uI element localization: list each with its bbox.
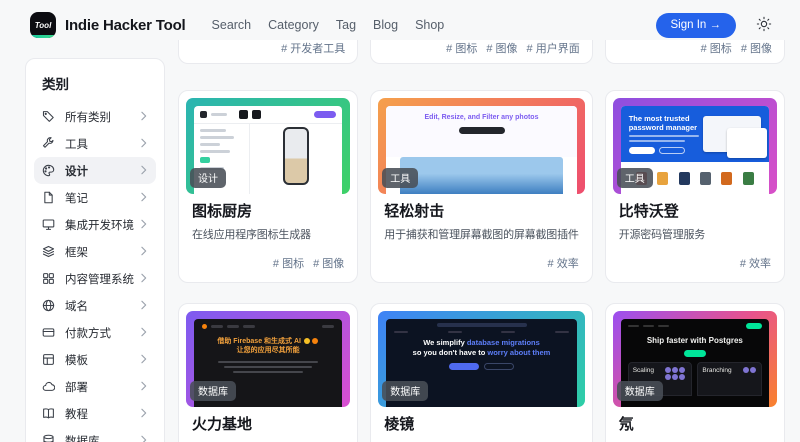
tool-title: 比特沃登 bbox=[618, 203, 679, 220]
category-badge[interactable]: 数据库 bbox=[382, 381, 429, 401]
grid-icon bbox=[42, 272, 55, 285]
sun-icon bbox=[756, 16, 772, 35]
nav-link-shop[interactable]: Shop bbox=[415, 18, 444, 32]
chevron-right-icon bbox=[140, 270, 148, 288]
page-title: Indie Hacker Tool bbox=[65, 16, 186, 34]
database-icon bbox=[42, 434, 55, 442]
tool-description: 用于捕获和管理屏幕截图的屏幕截图插件 bbox=[384, 229, 579, 241]
category-sidebar: 类别 所有类别 工具 设计 笔记 集成开发环境 框架 内容管理系统 域名 付款方… bbox=[25, 58, 165, 442]
sidebar-item-cms[interactable]: 内容管理系统 bbox=[34, 265, 156, 292]
tool-card-bitwarden[interactable]: The most trusted password manager 工具 比特沃… bbox=[604, 90, 785, 283]
tool-card-neon[interactable]: Ship faster with Postgres Scaling Branch… bbox=[604, 303, 785, 442]
chevron-right-icon bbox=[140, 405, 148, 423]
layers-icon bbox=[42, 245, 55, 258]
tool-description: 开源密码管理服务 bbox=[618, 229, 706, 241]
tag-link[interactable]: # 图像 bbox=[486, 40, 517, 56]
tag-link[interactable]: # 图标 bbox=[446, 40, 477, 56]
gemini-spark-icon bbox=[303, 338, 310, 345]
sidebar-item-ide[interactable]: 集成开发环境 bbox=[34, 211, 156, 238]
app-logo-text: Tool bbox=[34, 20, 52, 30]
sidebar-title: 类别 bbox=[42, 77, 69, 92]
nav-link-search[interactable]: Search bbox=[212, 18, 252, 32]
sidebar-item-notes[interactable]: 笔记 bbox=[34, 184, 156, 211]
monitor-icon bbox=[42, 218, 55, 231]
chevron-right-icon bbox=[140, 162, 148, 180]
sidebar-item-design[interactable]: 设计 bbox=[34, 157, 156, 184]
partial-card[interactable]: # 开发者工具 bbox=[178, 40, 359, 64]
tag-link[interactable]: # 图像 bbox=[313, 257, 344, 272]
sidebar-item-templates[interactable]: 模板 bbox=[34, 346, 156, 373]
app-logo[interactable]: Tool bbox=[30, 12, 56, 38]
chevron-right-icon bbox=[140, 432, 148, 442]
tool-title: 棱镜 bbox=[384, 416, 415, 433]
tag-link[interactable]: # 效率 bbox=[740, 257, 771, 272]
chevron-right-icon bbox=[140, 378, 148, 396]
tool-screenshot-frame: We simplify database migrations so you d… bbox=[378, 311, 585, 407]
cloud-icon bbox=[42, 380, 55, 393]
chevron-right-icon bbox=[140, 351, 148, 369]
category-badge[interactable]: 数据库 bbox=[190, 381, 236, 401]
sidebar-item-domains[interactable]: 域名 bbox=[34, 292, 156, 319]
nav-link-blog[interactable]: Blog bbox=[373, 18, 398, 32]
tool-screenshot-frame: 设计 bbox=[186, 98, 351, 194]
tool-card-iconkitchen[interactable]: 设计 图标厨房 在线应用程序图标生成器 # 图标 # 图像 bbox=[178, 90, 359, 283]
main-nav: Search Category Tag Blog Shop bbox=[212, 18, 445, 32]
tag-link[interactable]: # 效率 bbox=[548, 257, 579, 272]
tool-title: 图标厨房 bbox=[192, 203, 253, 220]
nav-link-tag[interactable]: Tag bbox=[336, 18, 356, 32]
tool-card-firebase[interactable]: 借助 Firebase 和生成式 AI 让您的应用尽其所能 数据库 火力基地 bbox=[178, 303, 359, 442]
partial-card[interactable]: # 图标 # 图像 bbox=[604, 40, 785, 64]
category-badge[interactable]: 设计 bbox=[190, 168, 226, 188]
chevron-right-icon bbox=[140, 324, 148, 342]
category-badge[interactable]: 工具 bbox=[616, 168, 653, 188]
template-icon bbox=[42, 353, 55, 366]
tool-card-prisma[interactable]: We simplify database migrations so you d… bbox=[370, 303, 593, 442]
chevron-right-icon bbox=[140, 108, 148, 126]
sidebar-item-databases[interactable]: 数据库 bbox=[34, 427, 156, 442]
tool-title: 火力基地 bbox=[192, 416, 253, 433]
sidebar-item-tools[interactable]: 工具 bbox=[34, 130, 156, 157]
sidebar-item-deployment[interactable]: 部署 bbox=[34, 373, 156, 400]
wrench-icon bbox=[42, 137, 55, 150]
tool-title: 轻松射击 bbox=[384, 203, 445, 220]
tool-screenshot-frame: 借助 Firebase 和生成式 AI 让您的应用尽其所能 数据库 bbox=[186, 311, 351, 407]
tag-icon bbox=[42, 110, 55, 123]
tag-link[interactable]: # 图标 bbox=[273, 257, 304, 272]
firebase-flame-icon bbox=[311, 338, 318, 345]
tool-screenshot-frame: Ship faster with Postgres Scaling Branch… bbox=[612, 311, 777, 407]
category-badge[interactable]: 数据库 bbox=[616, 381, 663, 401]
tag-link[interactable]: # 用户界面 bbox=[527, 40, 580, 56]
partial-card[interactable]: # 图标 # 图像 # 用户界面 bbox=[370, 40, 593, 64]
tool-screenshot-frame: The most trusted password manager 工具 bbox=[612, 98, 777, 194]
tool-screenshot-frame: Edit, Resize, and Filter any photos 工具 bbox=[378, 98, 585, 194]
sidebar-item-tutorials[interactable]: 教程 bbox=[34, 400, 156, 427]
note-icon bbox=[42, 191, 55, 204]
chevron-right-icon bbox=[140, 135, 148, 153]
sign-in-button[interactable]: Sign In → bbox=[655, 12, 736, 38]
header: Tool Indie Hacker Tool Search Category T… bbox=[0, 0, 800, 40]
category-badge[interactable]: 工具 bbox=[382, 168, 419, 188]
chevron-right-icon bbox=[140, 216, 148, 234]
nav-link-category[interactable]: Category bbox=[268, 18, 319, 32]
sidebar-item-all-categories[interactable]: 所有类别 bbox=[34, 103, 156, 130]
main-area: 类别 所有类别 工具 设计 笔记 集成开发环境 框架 内容管理系统 域名 付款方… bbox=[0, 40, 800, 442]
tool-description: 在线应用程序图标生成器 bbox=[192, 229, 311, 241]
credit-card-icon bbox=[42, 326, 55, 339]
tool-grid: # 开发者工具 # 图标 # 图像 # 用户界面 # 图标 # 图像 设计 图标… bbox=[178, 40, 785, 442]
theme-toggle-button[interactable] bbox=[756, 16, 772, 35]
tool-title: 氖 bbox=[618, 416, 634, 433]
palette-icon bbox=[42, 164, 55, 177]
sidebar-item-payments[interactable]: 付款方式 bbox=[34, 319, 156, 346]
globe-icon bbox=[42, 299, 55, 312]
tag-link[interactable]: # 图像 bbox=[741, 40, 772, 56]
chevron-right-icon bbox=[140, 297, 148, 315]
tool-card-shot[interactable]: Edit, Resize, and Filter any photos 工具 轻… bbox=[370, 90, 593, 283]
book-icon bbox=[42, 407, 55, 420]
tag-link[interactable]: # 图标 bbox=[701, 40, 732, 56]
chevron-right-icon bbox=[140, 243, 148, 261]
tag-link[interactable]: # 开发者工具 bbox=[281, 40, 345, 56]
sidebar-item-frameworks[interactable]: 框架 bbox=[34, 238, 156, 265]
chevron-right-icon bbox=[140, 189, 148, 207]
